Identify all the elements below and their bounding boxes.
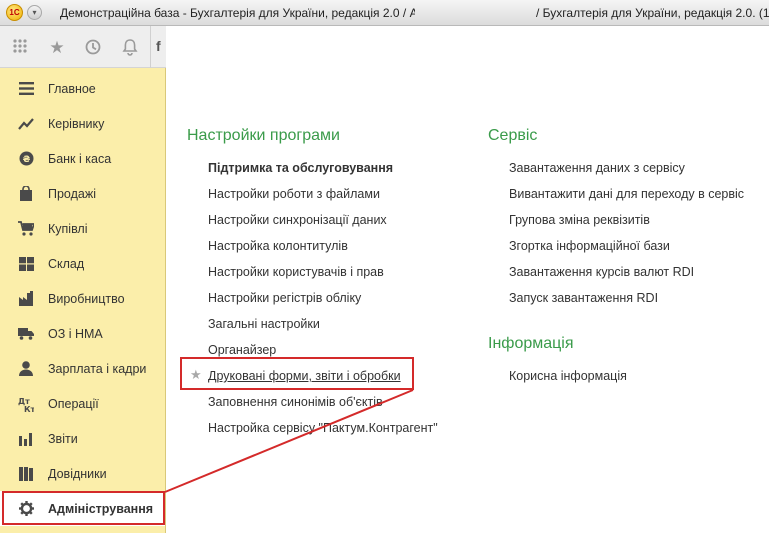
sidebar-item-label: Звіти — [48, 431, 78, 446]
person-icon — [18, 361, 34, 377]
sidebar-item-label: Продажі — [48, 186, 96, 201]
link-general-settings[interactable]: Загальні настройки — [208, 317, 320, 331]
svg-text:Кт: Кт — [24, 405, 34, 412]
link-paktum-service[interactable]: Настройка сервісу "Пактум.Контрагент" — [208, 421, 438, 435]
sidebar-item-label: Купівлі — [48, 221, 88, 236]
sidebar-item-label: Керівнику — [48, 116, 105, 131]
main-menu-chevron-icon[interactable]: ▾ — [27, 5, 42, 20]
link-object-synonyms[interactable]: Заповнення синонімів об'єктів — [208, 395, 383, 409]
section-title-service: Сервіс — [488, 127, 538, 144]
truck-icon — [18, 326, 34, 342]
sidebar-item-label: Операції — [48, 396, 99, 411]
link-run-rdi-load[interactable]: Запуск завантаження RDI — [509, 291, 658, 305]
window-title: Демонстраційна база - Бухгалтерія для Ук… — [60, 6, 415, 20]
history-icon[interactable] — [83, 38, 103, 58]
app-logo[interactable]: 1С — [6, 4, 23, 21]
sidebar-item-directories[interactable]: Довідники — [0, 456, 165, 491]
sidebar-item-label: ОЗ і НМА — [48, 326, 103, 341]
sidebar-item-fixed-assets[interactable]: ОЗ і НМА — [0, 316, 165, 351]
cart-icon — [18, 221, 34, 237]
sidebar-item-label: Виробництво — [48, 291, 125, 306]
shopping-bag-icon — [18, 186, 34, 202]
factory-icon — [18, 291, 34, 307]
trend-icon — [18, 116, 34, 132]
toolbar-more-icon[interactable]: f — [156, 38, 161, 54]
bell-icon[interactable] — [120, 38, 140, 58]
warehouse-icon — [18, 256, 34, 272]
link-load-from-service[interactable]: Завантаження даних з сервісу — [509, 161, 685, 175]
sidebar-item-reports[interactable]: Звіти — [0, 421, 165, 456]
link-registers-settings[interactable]: Настройки регістрів обліку — [208, 291, 361, 305]
sidebar-item-warehouse[interactable]: Склад — [0, 246, 165, 281]
link-infobase-collapse[interactable]: Згортка інформаційної бази — [509, 239, 670, 253]
sidebar-item-manager[interactable]: Керівнику — [0, 106, 165, 141]
star-icon[interactable]: ★ — [47, 38, 67, 58]
link-users-rights-settings[interactable]: Настройки користувачів і прав — [208, 265, 384, 279]
sidebar-item-purchases[interactable]: Купівлі — [0, 211, 165, 246]
menu-lines-icon — [18, 81, 34, 97]
top-toolbar: ★ f — [0, 26, 166, 68]
annotation-box-administration — [2, 491, 165, 525]
sidebar-item-label: Главное — [48, 81, 96, 96]
link-organizer[interactable]: Органайзер — [208, 343, 276, 357]
sidebar-item-sales[interactable]: Продажі — [0, 176, 165, 211]
sidebar-item-label: Зарплата і кадри — [48, 361, 147, 376]
link-support-maintenance[interactable]: Підтримка та обслуговування — [208, 161, 393, 175]
sidebar-item-salary[interactable]: Зарплата і кадри — [0, 351, 165, 386]
sidebar-item-operations[interactable]: Дт Кт Операції — [0, 386, 165, 421]
sidebar-item-label: Довідники — [48, 466, 107, 481]
section-title-info: Інформація — [488, 335, 574, 352]
sidebar-item-label: Склад — [48, 256, 85, 271]
sections-sidebar: Главное Керівнику ₴ Банк і каса Продажі … — [0, 68, 166, 533]
debit-credit-icon: Дт Кт — [18, 396, 34, 412]
annotation-box-print-forms — [180, 357, 414, 390]
link-group-change-attributes[interactable]: Групова зміна реквізитів — [509, 213, 650, 227]
coin-icon: ₴ — [18, 151, 34, 167]
window-title-right: / Бухгалтерія для України, редакція 2.0.… — [536, 6, 769, 20]
link-file-settings[interactable]: Настройки роботи з файлами — [208, 187, 380, 201]
title-bar: 1С ▾ Демонстраційна база - Бухгалтерія д… — [0, 0, 769, 26]
apps-grid-icon[interactable] — [10, 38, 30, 58]
section-title-settings: Настройки програми — [187, 127, 340, 144]
main-content: Настройки програми Підтримка та обслугов… — [166, 26, 769, 533]
sidebar-item-main[interactable]: Главное — [0, 71, 165, 106]
sidebar-item-label: Банк і каса — [48, 151, 112, 166]
link-useful-info[interactable]: Корисна інформація — [509, 369, 627, 383]
sidebar-item-production[interactable]: Виробництво — [0, 281, 165, 316]
books-icon — [18, 466, 34, 482]
link-header-footer-settings[interactable]: Настройка колонтитулів — [208, 239, 348, 253]
svg-text:₴: ₴ — [22, 155, 30, 165]
sidebar-item-bank[interactable]: ₴ Банк і каса — [0, 141, 165, 176]
link-load-rates-rdi[interactable]: Завантаження курсів валют RDI — [509, 265, 694, 279]
link-export-to-service[interactable]: Вивантажити дані для переходу в сервіс — [509, 187, 744, 201]
toolbar-separator — [150, 26, 151, 68]
bar-chart-icon — [18, 431, 34, 447]
link-sync-settings[interactable]: Настройки синхронізації даних — [208, 213, 387, 227]
